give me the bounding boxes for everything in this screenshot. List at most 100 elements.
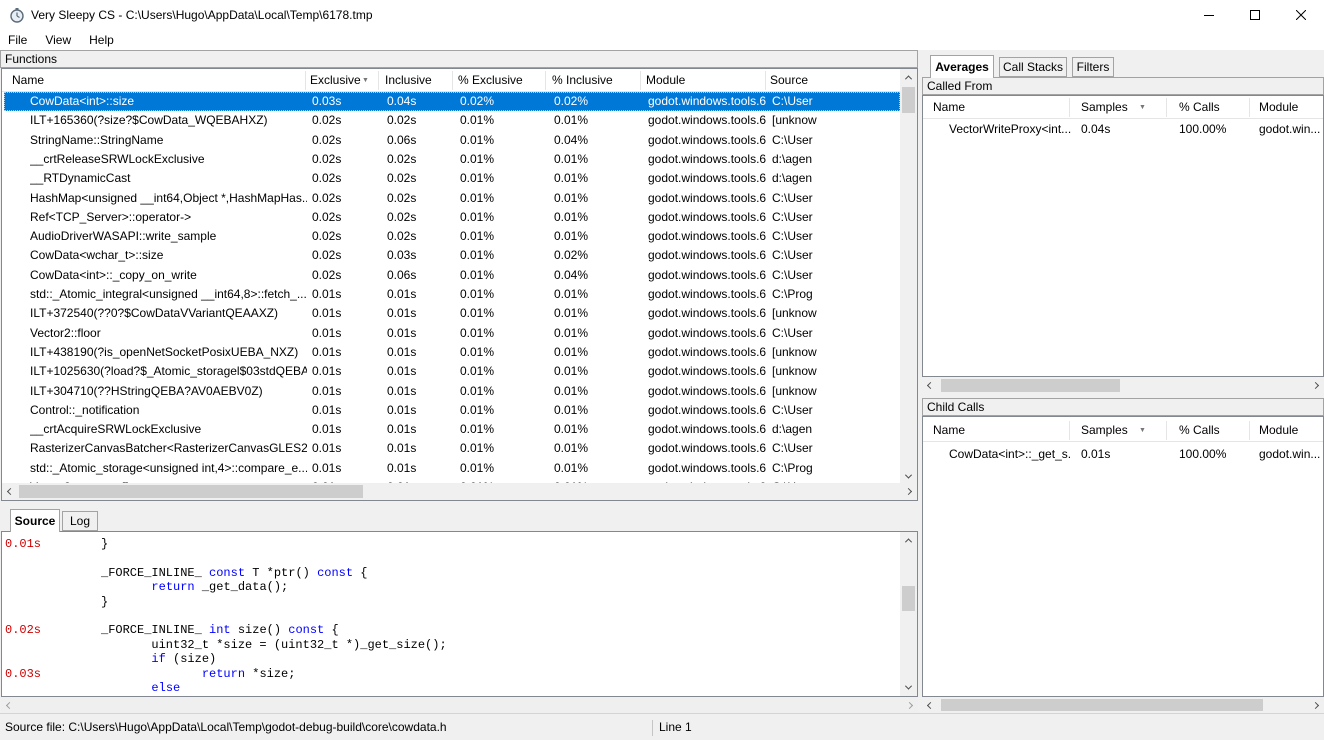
column-divider[interactable]	[1249, 421, 1250, 440]
source-vertical-scrollbar[interactable]	[900, 532, 917, 696]
scroll-right-button[interactable]	[901, 697, 918, 713]
table-row[interactable]: CowData<int>::_get_s...0.01s100.00%godot…	[923, 444, 1323, 464]
scrollbar-thumb[interactable]	[941, 379, 1120, 392]
function-row[interactable]: StringName::StringName0.02s0.06s0.01%0.0…	[4, 131, 900, 150]
title-bar[interactable]: Very Sleepy CS - C:\Users\Hugo\AppData\L…	[0, 0, 1324, 30]
function-row[interactable]: __crtReleaseSRWLockExclusive0.02s0.02s0.…	[4, 150, 900, 169]
column-header-source[interactable]: Source	[770, 69, 890, 92]
cell-name: Ref<TCP_Server>::operator->	[30, 208, 307, 227]
column-divider[interactable]	[1166, 98, 1167, 117]
called-from-table: Name Samples ▼ % Calls Module VectorWrit…	[922, 95, 1324, 377]
minimize-button[interactable]	[1186, 0, 1232, 30]
column-divider[interactable]	[452, 71, 453, 90]
scroll-right-button[interactable]	[1307, 377, 1324, 394]
function-row[interactable]: std::_Atomic_storage<unsigned int,4>::co…	[4, 459, 900, 478]
cell-pct_exclusive: 0.01%	[460, 324, 548, 343]
called-from-horizontal-scrollbar[interactable]	[922, 377, 1324, 394]
column-header-samples[interactable]: Samples	[1081, 419, 1131, 442]
column-header-module[interactable]: Module	[1259, 419, 1319, 442]
source-line: uint32_t *size = (uint32_t *)_get_size()…	[2, 638, 900, 652]
column-header-samples[interactable]: Samples	[1081, 96, 1131, 119]
sample-time-gutter	[2, 681, 101, 695]
function-row[interactable]: std::_Atomic_integral<unsigned __int64,8…	[4, 285, 900, 304]
functions-horizontal-scrollbar[interactable]	[2, 483, 917, 500]
child-calls-horizontal-scrollbar[interactable]	[922, 697, 1324, 713]
scrollbar-thumb[interactable]	[941, 699, 1263, 711]
scroll-up-button[interactable]	[900, 69, 917, 86]
column-divider[interactable]	[378, 71, 379, 90]
cell-name: __crtReleaseSRWLockExclusive	[30, 150, 307, 169]
function-row[interactable]: AudioDriverWASAPI::write_sample0.02s0.02…	[4, 227, 900, 246]
function-row[interactable]: Vector2::floor0.01s0.01s0.01%0.01%godot.…	[4, 324, 900, 343]
column-divider[interactable]	[305, 71, 306, 90]
cell-exclusive: 0.02s	[312, 111, 382, 130]
scroll-down-button[interactable]	[900, 679, 917, 696]
tab-call-stacks[interactable]: Call Stacks	[999, 57, 1067, 77]
column-divider[interactable]	[1069, 421, 1070, 440]
scrollbar-thumb[interactable]	[19, 485, 363, 498]
function-row[interactable]: Ref<TCP_Server>::operator->0.02s0.02s0.0…	[4, 208, 900, 227]
tab-filters[interactable]: Filters	[1072, 57, 1114, 77]
column-header-exclusive[interactable]: Exclusive	[310, 69, 362, 92]
column-header-module[interactable]: Module	[646, 69, 758, 92]
tab-log[interactable]: Log	[62, 511, 98, 531]
function-row[interactable]: Control::_notification0.01s0.01s0.01%0.0…	[4, 401, 900, 420]
maximize-button[interactable]	[1232, 0, 1278, 30]
functions-vertical-scrollbar[interactable]	[900, 69, 917, 485]
function-row[interactable]: ILT+1025630(?load?$_Atomic_storagel$03st…	[4, 362, 900, 381]
cell-pct_exclusive: 0.01%	[460, 285, 548, 304]
column-header-name[interactable]: Name	[933, 419, 1063, 442]
cell-module: godot.windows.tools.64	[648, 459, 766, 478]
function-row[interactable]: CowData<wchar_t>::size0.02s0.03s0.01%0.0…	[4, 246, 900, 265]
called-from-dock-title[interactable]: Called From	[922, 77, 1324, 95]
source-horizontal-scrollbar[interactable]	[1, 697, 918, 713]
tab-averages[interactable]: Averages	[930, 55, 994, 78]
column-header-pct-exclusive[interactable]: % Exclusive	[458, 69, 540, 92]
scroll-left-button[interactable]	[922, 377, 939, 394]
table-row[interactable]: VectorWriteProxy<int...0.04s100.00%godot…	[923, 119, 1323, 139]
menu-view[interactable]: View	[36, 30, 80, 50]
function-row[interactable]: CowData<int>::_copy_on_write0.02s0.06s0.…	[4, 266, 900, 285]
cell-pct_inclusive: 0.01%	[554, 208, 642, 227]
tab-source[interactable]: Source	[10, 509, 60, 532]
column-header-inclusive[interactable]: Inclusive	[385, 69, 447, 92]
column-divider[interactable]	[765, 71, 766, 90]
scroll-left-button[interactable]	[922, 697, 939, 713]
cell-pct_exclusive: 0.01%	[460, 150, 548, 169]
functions-dock-title[interactable]: Functions	[0, 50, 918, 68]
function-row[interactable]: RasterizerCanvasBatcher<RasterizerCanvas…	[4, 439, 900, 458]
column-header-pct-inclusive[interactable]: % Inclusive	[552, 69, 634, 92]
function-row[interactable]: ILT+304710(??HStringQEBA?AV0AEBV0Z)0.01s…	[4, 382, 900, 401]
function-row[interactable]: ILT+372540(??0?$CowDataVVariantQEAAXZ)0.…	[4, 304, 900, 323]
scroll-up-button[interactable]	[900, 532, 917, 549]
function-row[interactable]: __RTDynamicCast0.02s0.02s0.01%0.01%godot…	[4, 169, 900, 188]
column-header-pct-calls[interactable]: % Calls	[1179, 419, 1239, 442]
column-divider[interactable]	[1166, 421, 1167, 440]
child-calls-header: Name Samples ▼ % Calls Module	[923, 419, 1323, 442]
column-divider[interactable]	[1249, 98, 1250, 117]
column-header-name[interactable]: Name	[933, 96, 1063, 119]
function-row[interactable]: ILT+165360(?size?$CowData_WQEBAHXZ)0.02s…	[4, 111, 900, 130]
scrollbar-thumb[interactable]	[902, 87, 915, 113]
function-row[interactable]: __crtAcquireSRWLockExclusive0.01s0.01s0.…	[4, 420, 900, 439]
scroll-left-button[interactable]	[1, 697, 18, 713]
column-divider[interactable]	[640, 71, 641, 90]
cell-module: godot.windows.tools.64	[648, 401, 766, 420]
column-header-module[interactable]: Module	[1259, 96, 1319, 119]
scrollbar-thumb[interactable]	[902, 586, 915, 611]
function-row[interactable]: ILT+438190(?is_openNetSocketPosixUEBA_NX…	[4, 343, 900, 362]
function-row[interactable]: CowData<int>::size0.03s0.04s0.02%0.02%go…	[4, 92, 900, 111]
scroll-left-button[interactable]	[2, 483, 19, 500]
column-divider[interactable]	[545, 71, 546, 90]
function-row[interactable]: HashMap<unsigned __int64,Object *,HashMa…	[4, 189, 900, 208]
scroll-right-button[interactable]	[1307, 697, 1324, 713]
column-divider[interactable]	[1069, 98, 1070, 117]
menu-help[interactable]: Help	[80, 30, 123, 50]
cell-pct_exclusive: 0.01%	[460, 246, 548, 265]
column-header-pct-calls[interactable]: % Calls	[1179, 96, 1239, 119]
child-calls-dock-title[interactable]: Child Calls	[922, 398, 1324, 416]
scroll-right-button[interactable]	[900, 483, 917, 500]
column-header-name[interactable]: Name	[12, 69, 302, 92]
menu-file[interactable]: File	[0, 30, 36, 50]
close-button[interactable]	[1278, 0, 1324, 30]
